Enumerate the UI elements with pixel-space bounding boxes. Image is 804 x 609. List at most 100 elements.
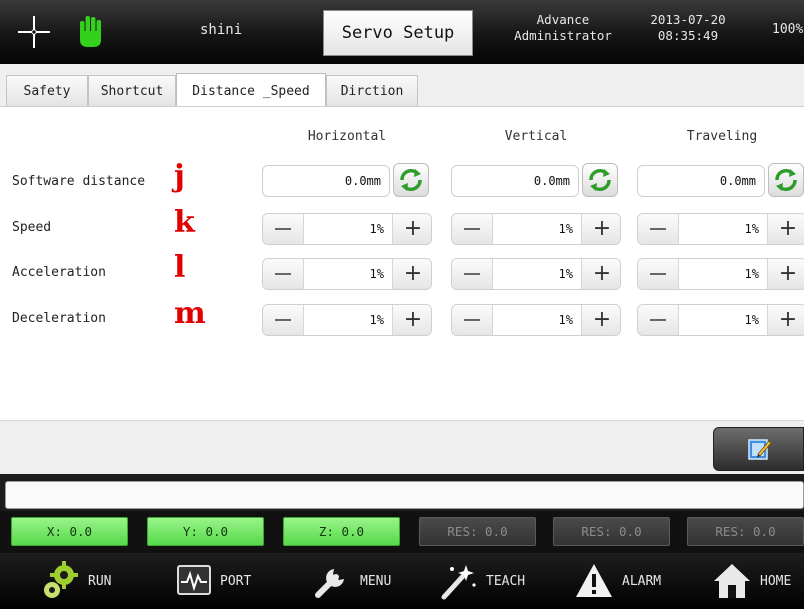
acceleration-horizontal-value[interactable]: 1% — [303, 259, 393, 289]
acceleration-traveling-value[interactable]: 1% — [678, 259, 768, 289]
decrease-button[interactable] — [638, 259, 678, 289]
increase-button[interactable]: + — [582, 305, 620, 335]
column-header-horizontal: Horizontal — [307, 129, 387, 144]
datetime: 2013-07-20 08:35:49 — [640, 12, 736, 44]
minus-icon — [464, 273, 480, 275]
plus-icon: + — [403, 216, 423, 241]
decrease-button[interactable] — [452, 214, 492, 244]
nav-port-button[interactable]: PORT — [176, 553, 251, 609]
increase-button[interactable]: + — [582, 214, 620, 244]
nav-home-label: HOME — [760, 573, 792, 589]
row-label-deceleration: Deceleration — [12, 311, 106, 326]
tab-safety[interactable]: Safety — [6, 75, 88, 107]
manual-hand-icon[interactable] — [76, 14, 106, 48]
top-bar: shini Servo Setup Advance Administrator … — [0, 0, 804, 64]
marker-l: l — [174, 250, 186, 285]
nav-port-label: PORT — [220, 573, 252, 589]
increase-button[interactable]: + — [768, 305, 804, 335]
edit-button[interactable] — [713, 427, 804, 471]
increase-button[interactable]: + — [582, 259, 620, 289]
date-text: 2013-07-20 — [650, 12, 726, 27]
coord-y: Y: 0.0 — [147, 517, 264, 546]
plus-icon: + — [778, 261, 798, 286]
decrease-button[interactable] — [638, 214, 678, 244]
message-bar — [5, 481, 804, 509]
row-label-speed: Speed — [12, 220, 52, 235]
monitor-wave-icon — [177, 565, 211, 595]
speed-horizontal-value[interactable]: 1% — [303, 214, 393, 244]
user-level-line2: Administrator — [514, 28, 612, 43]
nav-teach-button[interactable]: TEACH — [438, 553, 525, 609]
minus-icon — [650, 228, 666, 230]
plus-icon: + — [592, 261, 612, 286]
gears-icon — [44, 561, 78, 598]
deceleration-vertical-value[interactable]: 1% — [492, 305, 582, 335]
software-distance-traveling-input[interactable]: 0.0mm — [637, 165, 765, 197]
acceleration-traveling-stepper: 1% + — [637, 258, 804, 290]
deceleration-traveling-value[interactable]: 1% — [678, 305, 768, 335]
nav-run-button[interactable]: RUN — [40, 553, 111, 609]
minus-icon — [275, 273, 291, 275]
deceleration-horizontal-stepper: 1% + — [262, 304, 432, 336]
warning-triangle-icon — [576, 564, 612, 597]
nav-alarm-label: ALARM — [622, 573, 662, 589]
deceleration-vertical-stepper: 1% + — [451, 304, 621, 336]
nav-home-button[interactable]: HOME — [712, 553, 791, 609]
refresh-icon — [589, 168, 611, 192]
magic-wand-icon — [441, 565, 476, 600]
nav-teach-label: TEACH — [486, 573, 526, 589]
software-distance-vertical-input[interactable]: 0.0mm — [451, 165, 579, 197]
plus-icon: + — [403, 261, 423, 286]
tab-direction[interactable]: Dirction — [326, 75, 418, 107]
refresh-icon — [775, 168, 797, 192]
acceleration-horizontal-stepper: 1% + — [262, 258, 432, 290]
decrease-button[interactable] — [638, 305, 678, 335]
user-level-line1: Advance — [536, 12, 590, 27]
coord-res-2: RES: 0.0 — [553, 517, 670, 546]
plus-icon: + — [778, 307, 798, 332]
marker-j: j — [174, 159, 185, 194]
tab-distance-speed[interactable]: Distance _Speed — [176, 73, 326, 108]
nav-menu-button[interactable]: MENU — [312, 553, 391, 609]
deceleration-horizontal-value[interactable]: 1% — [303, 305, 393, 335]
plus-icon: + — [778, 216, 798, 241]
refresh-horizontal-button[interactable] — [393, 163, 429, 197]
decrease-button[interactable] — [263, 259, 303, 289]
speed-traveling-value[interactable]: 1% — [678, 214, 768, 244]
marker-k: k — [174, 205, 195, 240]
origin-crosshair-icon[interactable] — [16, 14, 52, 50]
speed-traveling-stepper: 1% + — [637, 213, 804, 245]
tab-shortcut[interactable]: Shortcut — [88, 75, 176, 107]
increase-button[interactable]: + — [393, 214, 431, 244]
speed-horizontal-stepper: 1% + — [262, 213, 432, 245]
increase-button[interactable]: + — [393, 259, 431, 289]
increase-button[interactable]: + — [393, 305, 431, 335]
refresh-icon — [400, 168, 422, 192]
user-level: Advance Administrator — [498, 12, 628, 44]
speed-vertical-stepper: 1% + — [451, 213, 621, 245]
distance-speed-panel: Horizontal Vertical Traveling Software d… — [0, 106, 804, 420]
acceleration-vertical-value[interactable]: 1% — [492, 259, 582, 289]
decrease-button[interactable] — [263, 305, 303, 335]
current-user: shini — [200, 22, 243, 38]
decrease-button[interactable] — [452, 259, 492, 289]
nav-alarm-button[interactable]: ALARM — [574, 553, 661, 609]
tab-strip: Safety Shortcut Distance _Speed Dirction — [0, 64, 804, 108]
column-header-vertical: Vertical — [504, 129, 568, 144]
decrease-button[interactable] — [452, 305, 492, 335]
plus-icon: + — [592, 307, 612, 332]
increase-button[interactable]: + — [768, 259, 804, 289]
software-distance-horizontal-input[interactable]: 0.0mm — [262, 165, 390, 197]
refresh-vertical-button[interactable] — [582, 163, 618, 197]
coord-res-3: RES: 0.0 — [687, 517, 804, 546]
bottom-nav — [0, 553, 804, 609]
marker-m: m — [174, 296, 206, 331]
decrease-button[interactable] — [263, 214, 303, 244]
refresh-traveling-button[interactable] — [768, 163, 804, 197]
nav-menu-label: MENU — [360, 573, 392, 589]
time-text: 08:35:49 — [657, 28, 719, 43]
speed-vertical-value[interactable]: 1% — [492, 214, 582, 244]
increase-button[interactable]: + — [768, 214, 804, 244]
minus-icon — [650, 273, 666, 275]
wrench-icon — [315, 569, 344, 598]
